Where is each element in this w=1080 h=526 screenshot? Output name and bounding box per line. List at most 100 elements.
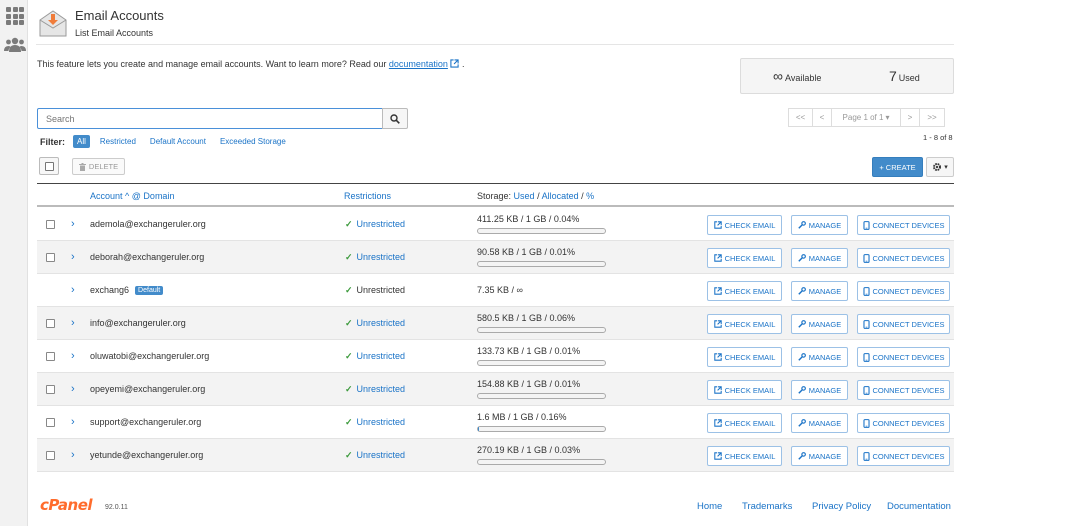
external-link-icon[interactable] — [450, 59, 460, 68]
account-header-label: Account — [90, 191, 123, 201]
mobile-icon — [862, 385, 870, 395]
check-email-button[interactable]: CHECK EMAIL — [707, 380, 782, 400]
settings-dropdown-button[interactable]: ▾ — [926, 157, 954, 177]
next-page-button[interactable]: > — [900, 108, 920, 127]
account-column-header[interactable]: Account ^ @ Domain — [90, 191, 174, 201]
page-title: Email Accounts — [75, 8, 164, 23]
footer-documentation-link[interactable]: Documentation — [887, 501, 951, 512]
sort-allocated-link[interactable]: Allocated — [542, 191, 579, 201]
chevron-right-icon[interactable]: › — [71, 350, 75, 362]
account-name: exchang6 — [90, 285, 130, 295]
footer-home-link[interactable]: Home — [697, 501, 722, 512]
connect-devices-button[interactable]: CONNECT DEVICES — [857, 380, 950, 400]
manage-button[interactable]: MANAGE — [791, 380, 848, 400]
apps-grid-icon[interactable] — [4, 6, 24, 25]
connect-devices-button[interactable]: CONNECT DEVICES — [857, 314, 950, 334]
users-icon[interactable] — [4, 36, 26, 54]
connect-devices-button[interactable]: CONNECT DEVICES — [857, 413, 950, 433]
check-email-label: CHECK EMAIL — [724, 352, 776, 362]
documentation-link[interactable]: documentation — [389, 59, 448, 69]
check-email-button[interactable]: CHECK EMAIL — [707, 215, 782, 235]
last-page-button[interactable]: >> — [919, 108, 945, 127]
chevron-right-icon[interactable]: › — [71, 383, 75, 395]
restrictions-column-header[interactable]: Restrictions — [344, 191, 391, 201]
row-checkbox[interactable] — [46, 253, 55, 262]
select-all-checkbox[interactable] — [39, 157, 59, 175]
prev-page-button[interactable]: < — [812, 108, 832, 127]
manage-button[interactable]: MANAGE — [791, 446, 848, 466]
filter-default-account[interactable]: Default Account — [150, 137, 206, 146]
restriction-label: Unrestricted — [356, 219, 406, 229]
sort-used-link[interactable]: Used — [514, 191, 535, 201]
account-name: ademola@exchangeruler.org — [90, 219, 206, 229]
search-input[interactable] — [37, 108, 383, 129]
sort-percent-link[interactable]: % — [586, 191, 594, 201]
check-icon: ✓ — [345, 318, 353, 328]
check-icon: ✓ — [345, 450, 353, 460]
page-subtitle: List Email Accounts — [75, 28, 154, 38]
check-email-button[interactable]: CHECK EMAIL — [707, 248, 782, 268]
connect-devices-button[interactable]: CONNECT DEVICES — [857, 347, 950, 367]
restriction-cell[interactable]: ✓ Unrestricted — [345, 384, 405, 395]
filter-bar: Filter: All Restricted Default Account E… — [40, 135, 300, 148]
restriction-cell[interactable]: ✓ Unrestricted — [345, 318, 405, 329]
footer-trademarks-link[interactable]: Trademarks — [742, 501, 792, 512]
connect-devices-button[interactable]: CONNECT DEVICES — [857, 446, 950, 466]
check-email-button[interactable]: CHECK EMAIL — [707, 314, 782, 334]
chevron-right-icon[interactable]: › — [71, 449, 75, 461]
manage-button[interactable]: MANAGE — [791, 314, 848, 334]
delete-button[interactable]: DELETE — [72, 158, 125, 175]
row-checkbox[interactable] — [46, 220, 55, 229]
restriction-cell[interactable]: ✓ Unrestricted — [345, 252, 405, 263]
connect-devices-button[interactable]: CONNECT DEVICES — [857, 281, 950, 301]
footer-privacy-link[interactable]: Privacy Policy — [812, 501, 871, 512]
trash-icon — [78, 162, 86, 171]
gear-icon — [933, 163, 942, 171]
restriction-cell[interactable]: ✓ Unrestricted — [345, 417, 405, 428]
manage-button[interactable]: MANAGE — [791, 248, 848, 268]
row-checkbox[interactable] — [46, 418, 55, 427]
restriction-cell[interactable]: ✓ Unrestricted — [345, 450, 405, 461]
restriction-cell[interactable]: ✓ Unrestricted — [345, 219, 405, 230]
row-checkbox[interactable] — [46, 319, 55, 328]
check-email-button[interactable]: CHECK EMAIL — [707, 413, 782, 433]
manage-label: MANAGE — [808, 352, 842, 362]
domain-header-label[interactable]: @ Domain — [132, 191, 175, 201]
connect-devices-button[interactable]: CONNECT DEVICES — [857, 248, 950, 268]
filter-all[interactable]: All — [73, 135, 90, 148]
chevron-right-icon[interactable]: › — [71, 416, 75, 428]
manage-button[interactable]: MANAGE — [791, 281, 848, 301]
sort-up-icon: ^ — [125, 191, 130, 201]
chevron-right-icon[interactable]: › — [71, 251, 75, 263]
create-button[interactable]: + CREATE — [872, 157, 923, 177]
check-email-button[interactable]: CHECK EMAIL — [707, 446, 782, 466]
wrench-icon — [798, 254, 806, 262]
envelope-icon — [39, 10, 67, 37]
restriction-label: Unrestricted — [356, 450, 406, 460]
manage-button[interactable]: MANAGE — [791, 347, 848, 367]
connect-devices-label: CONNECT DEVICES — [872, 352, 945, 362]
row-checkbox[interactable] — [46, 352, 55, 361]
manage-button[interactable]: MANAGE — [791, 413, 848, 433]
filter-restricted[interactable]: Restricted — [100, 137, 136, 146]
check-email-button[interactable]: CHECK EMAIL — [707, 281, 782, 301]
chevron-right-icon[interactable]: › — [71, 218, 75, 230]
restriction-cell[interactable]: ✓ Unrestricted — [345, 351, 405, 362]
chevron-right-icon[interactable]: › — [71, 284, 75, 296]
check-icon: ✓ — [345, 384, 353, 394]
mobile-icon — [862, 451, 870, 461]
page-label: Page 1 of 1 — [842, 113, 884, 122]
first-page-button[interactable]: << — [788, 108, 813, 127]
cpanel-logo[interactable]: cPanel — [40, 496, 93, 514]
chevron-right-icon[interactable]: › — [71, 317, 75, 329]
account-name: support@exchangeruler.org — [90, 417, 202, 427]
connect-devices-label: CONNECT DEVICES — [872, 253, 945, 263]
check-email-button[interactable]: CHECK EMAIL — [707, 347, 782, 367]
manage-button[interactable]: MANAGE — [791, 215, 848, 235]
search-button[interactable] — [382, 108, 408, 129]
row-checkbox[interactable] — [46, 385, 55, 394]
filter-exceeded-storage[interactable]: Exceeded Storage — [220, 137, 286, 146]
page-select[interactable]: Page 1 of 1 ▾ — [831, 108, 901, 127]
connect-devices-button[interactable]: CONNECT DEVICES — [857, 215, 950, 235]
row-checkbox[interactable] — [46, 451, 55, 460]
